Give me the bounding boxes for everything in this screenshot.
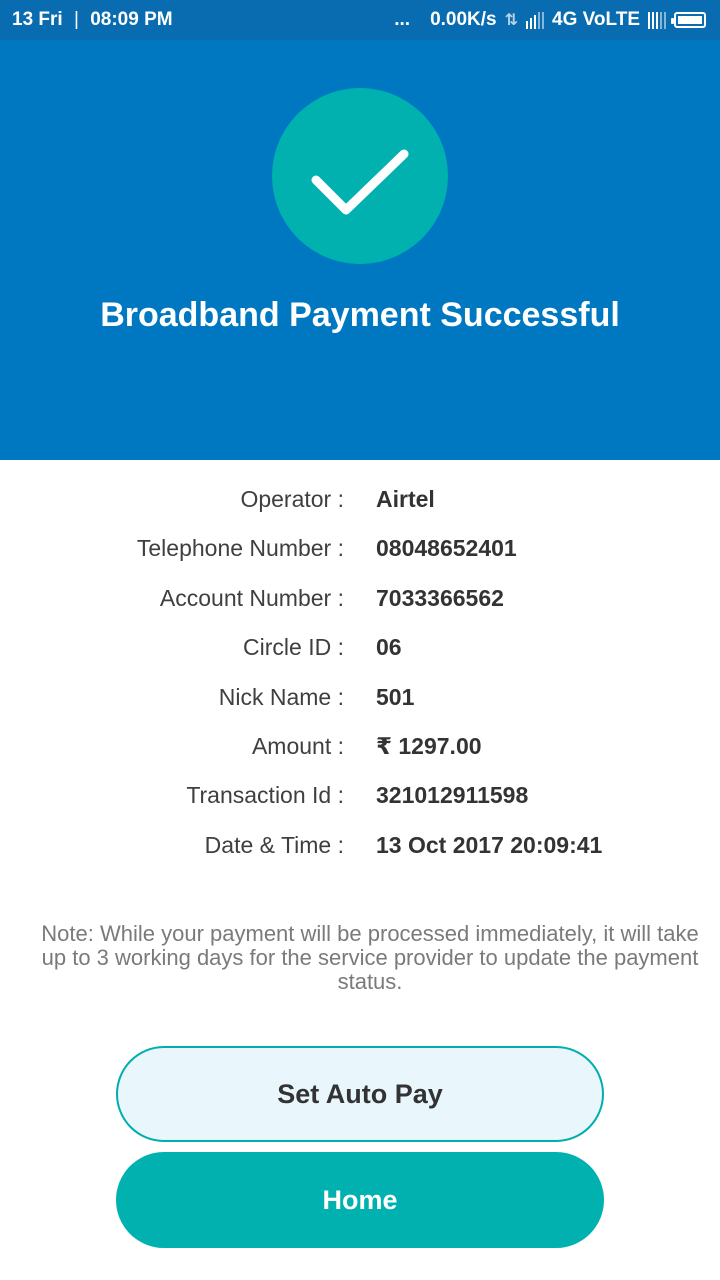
- detail-value: 321012911598: [376, 782, 529, 809]
- detail-label: Date & Time :: [204, 831, 344, 858]
- detail-label: Telephone Number :: [136, 535, 344, 562]
- detail-row-nick-name: Nick Name : 501: [0, 673, 720, 722]
- status-dots: ...: [394, 9, 411, 30]
- detail-value: 08048652401: [376, 535, 517, 562]
- success-badge: [272, 88, 448, 264]
- page-title: Broadband Payment Successful: [100, 296, 620, 334]
- detail-row-transaction-id: Transaction Id : 321012911598: [0, 771, 720, 820]
- processing-note: Note: While your payment will be process…: [41, 921, 699, 994]
- detail-label: Amount :: [251, 732, 344, 759]
- detail-value: 7033366562: [376, 584, 504, 611]
- checkmark-icon: [311, 149, 409, 215]
- detail-label: Nick Name :: [218, 683, 344, 710]
- status-date: 13 Fri: [12, 9, 63, 30]
- network-type: 4G VoLTE: [552, 9, 640, 30]
- detail-value: 13 Oct 2017 20:09:41: [376, 831, 603, 858]
- success-header: Broadband Payment Successful: [0, 40, 720, 460]
- status-bar: 13 Fri | 08:09 PM ... 0.00K/s ⇅ 4G VoLTE: [0, 0, 720, 40]
- set-auto-pay-button[interactable]: Set Auto Pay: [116, 1046, 604, 1142]
- detail-row-account: Account Number : 7033366562: [0, 574, 720, 623]
- signal-icon: [526, 11, 545, 29]
- status-indicators: ... 0.00K/s ⇅ 4G VoLTE: [394, 9, 706, 31]
- home-button[interactable]: Home: [116, 1152, 604, 1248]
- status-separator: |: [73, 9, 79, 30]
- detail-label: Account Number :: [159, 584, 344, 611]
- detail-value: 501: [376, 683, 415, 710]
- status-time: 08:09 PM: [90, 9, 173, 30]
- payment-details: Operator : Airtel Telephone Number : 080…: [0, 475, 720, 870]
- network-speed: 0.00K/s: [430, 9, 497, 30]
- detail-label: Circle ID :: [243, 634, 344, 661]
- battery-icon: [671, 12, 706, 28]
- detail-row-amount: Amount : ₹ 1297.00: [0, 722, 720, 771]
- detail-value: 06: [376, 634, 402, 661]
- status-date-time: 13 Fri | 08:09 PM: [12, 9, 173, 31]
- detail-row-operator: Operator : Airtel: [0, 475, 720, 524]
- signal-icon: [648, 11, 666, 29]
- detail-value: ₹ 1297.00: [376, 732, 482, 759]
- data-transfer-icon: ⇅: [504, 12, 519, 29]
- detail-label: Operator :: [240, 486, 344, 512]
- detail-row-circle-id: Circle ID : 06: [0, 623, 720, 672]
- detail-row-date-time: Date & Time : 13 Oct 2017 20:09:41: [0, 821, 720, 870]
- detail-label: Transaction Id :: [186, 782, 344, 809]
- detail-row-telephone: Telephone Number : 08048652401: [0, 524, 720, 573]
- detail-value: Airtel: [376, 486, 435, 512]
